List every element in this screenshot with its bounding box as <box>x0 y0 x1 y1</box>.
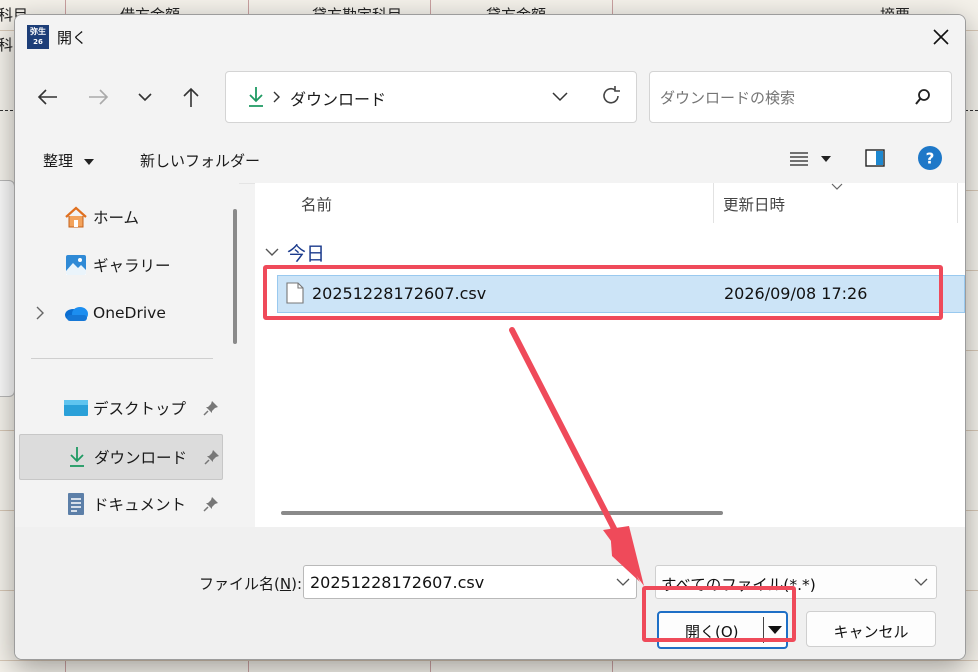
onedrive-icon <box>63 300 89 326</box>
column-header-name[interactable]: 名前 <box>301 193 332 215</box>
cancel-button[interactable]: キャンセル <box>806 611 936 647</box>
title-bar: 弥生 26 開く <box>15 15 965 59</box>
file-list-pane: 名前 更新日時 今日 20251228172607.csv 2026/09/08… <box>255 183 965 527</box>
address-folder-label[interactable]: ダウンロード <box>290 86 386 110</box>
organize-caret-icon <box>83 158 94 165</box>
refresh-icon[interactable] <box>600 85 622 107</box>
dialog-footer: ファイル名(N): 20251228172607.csv すべてのファイル(*.… <box>15 527 965 659</box>
nav-item-downloads[interactable]: ダウンロード <box>19 434 223 480</box>
nav-item-desktop[interactable]: デスクトップ <box>19 386 221 430</box>
pin-icon <box>203 401 218 416</box>
nav-pane-divider <box>31 358 213 359</box>
desktop-icon <box>63 395 89 421</box>
address-history-chevron-icon[interactable] <box>552 92 568 102</box>
back-button[interactable] <box>31 81 63 113</box>
nav-item-documents[interactable]: ドキュメント <box>19 482 221 526</box>
close-icon <box>933 29 949 45</box>
pin-icon <box>203 497 218 512</box>
document-icon <box>63 491 89 517</box>
filename-label: ファイル名(N): <box>199 575 302 593</box>
dialog-title: 開く <box>57 29 88 47</box>
organize-button[interactable]: 整理 <box>43 150 94 171</box>
address-bar[interactable]: ダウンロード <box>225 71 637 123</box>
nav-item-label: ドキュメント <box>93 496 187 514</box>
recent-locations-button[interactable] <box>129 81 161 113</box>
command-bar: 整理 新しいフォルダー ? <box>15 135 965 184</box>
search-box[interactable]: ダウンロードの検索 <box>649 71 952 123</box>
up-button[interactable] <box>175 81 207 113</box>
gallery-icon <box>63 252 89 278</box>
home-icon <box>63 204 89 230</box>
close-button[interactable] <box>917 15 965 59</box>
search-icon[interactable] <box>914 88 932 106</box>
nav-item-gallery[interactable]: ギャラリー <box>19 243 221 287</box>
pin-icon <box>204 450 219 465</box>
view-options-button[interactable] <box>789 151 831 171</box>
help-button[interactable]: ? <box>917 145 943 175</box>
download-icon <box>64 444 90 470</box>
column-header-modified[interactable]: 更新日時 <box>723 193 785 215</box>
nav-item-label: OneDrive <box>93 304 166 322</box>
expand-chevron-icon[interactable] <box>35 306 45 320</box>
ledger-row-label: 科 <box>0 36 14 54</box>
nav-item-label: ギャラリー <box>93 257 171 275</box>
new-folder-button[interactable]: 新しいフォルダー <box>140 150 260 171</box>
preview-pane-icon <box>865 149 885 167</box>
column-separator[interactable] <box>957 183 958 223</box>
nav-item-home[interactable]: ホーム <box>19 195 221 239</box>
filename-value[interactable]: 20251228172607.csv <box>310 573 484 592</box>
arrow-right-icon <box>89 89 109 105</box>
forward-button[interactable] <box>83 81 115 113</box>
column-separator[interactable] <box>713 183 714 223</box>
nav-item-label: ダウンロード <box>94 449 188 467</box>
highlight-open-box <box>642 586 796 642</box>
nav-item-onedrive[interactable]: OneDrive <box>19 291 221 335</box>
horizontal-scrollbar[interactable] <box>281 511 723 515</box>
breadcrumb-chevron-icon <box>273 91 280 103</box>
ledger-row-line <box>0 660 978 661</box>
help-icon: ? <box>918 146 942 170</box>
preview-pane-button[interactable] <box>865 149 885 171</box>
nav-item-label: ホーム <box>93 209 140 227</box>
nav-pane-scrollbar[interactable] <box>233 209 237 344</box>
group-collapse-chevron-icon <box>265 248 279 256</box>
sort-chevron-icon <box>831 183 843 190</box>
view-caret-icon <box>821 156 831 162</box>
yayoi-app-icon: 弥生 26 <box>27 25 49 49</box>
filename-input[interactable]: 20251228172607.csv <box>303 565 637 599</box>
navigation-pane: ホーム ギャラリー OneDrive デスクトップ ダウンロード ドキュメント <box>15 183 239 527</box>
arrow-up-icon <box>183 87 199 107</box>
background-panel <box>0 180 15 397</box>
filetype-dropdown-chevron-icon <box>914 578 928 586</box>
download-icon <box>249 87 263 107</box>
list-view-icon <box>790 152 808 166</box>
filename-dropdown-chevron-icon[interactable] <box>616 578 630 586</box>
group-header-today[interactable]: 今日 <box>265 239 325 266</box>
svg-text:?: ? <box>926 150 935 168</box>
highlight-file-box <box>263 265 943 320</box>
chevron-down-icon <box>138 93 152 102</box>
arrow-left-icon <box>37 89 57 105</box>
nav-item-label: デスクトップ <box>93 400 187 418</box>
search-placeholder[interactable]: ダウンロードの検索 <box>660 87 795 108</box>
cancel-button-label: キャンセル <box>833 623 909 641</box>
open-file-dialog: 弥生 26 開く ダウンロード ダウンロードの検索 整理 新しいフォルダー ? … <box>14 14 966 660</box>
